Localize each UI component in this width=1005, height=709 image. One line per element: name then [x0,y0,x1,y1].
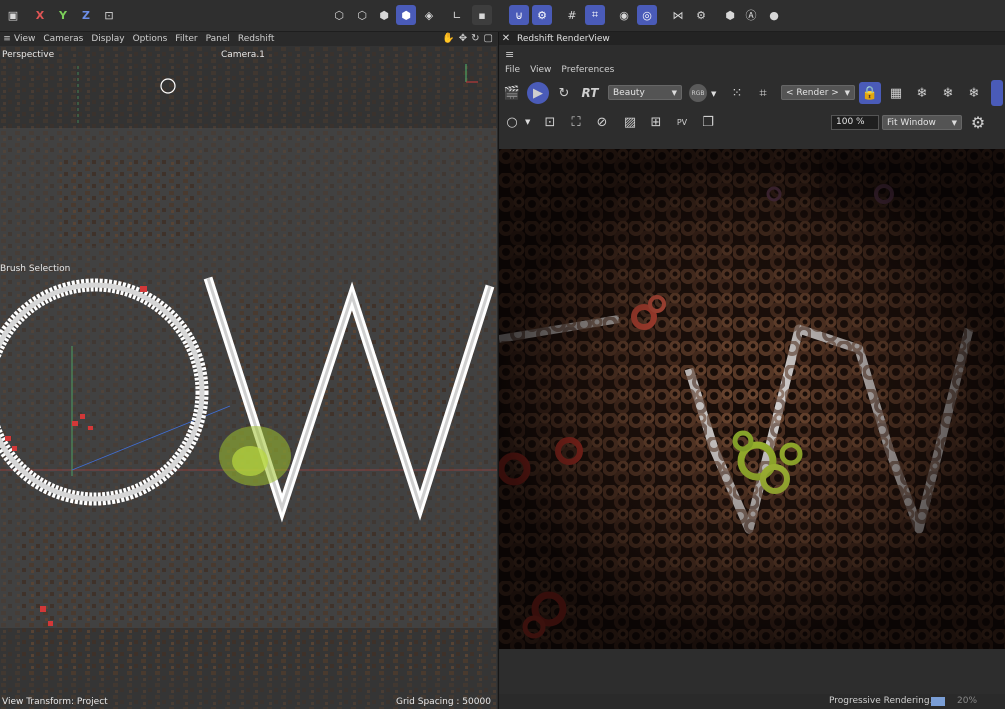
aov-select-value: Beauty [613,87,645,98]
grid-spacing-label: Grid Spacing : 50000 cm [396,697,491,709]
fit-chevron-down-icon: ▼ [951,118,957,127]
maximize-icon[interactable]: ▢ [484,33,493,44]
viewport-canvas[interactable] [0,46,497,709]
x-axis-toggle[interactable]: X [30,5,50,25]
tiles-icon[interactable]: ▦ [885,82,907,104]
z-axis-toggle[interactable]: Z [76,5,96,25]
camera-icon[interactable]: ▣ [3,5,23,25]
hand-pan-icon[interactable]: ✋ [442,33,454,44]
redshift-renderview-panel: ✕ Redshift RenderView ≡ File View Prefer… [498,32,1005,709]
viewport-menu-filter[interactable]: Filter [175,34,205,44]
render-chevron-down-icon: ▼ [844,88,850,97]
points-mode-icon[interactable]: ⬡ [329,5,349,25]
play-render-icon[interactable]: ▶ [527,82,549,104]
rgb-chevron-down-icon[interactable]: ▼ [711,90,716,98]
axis-icon[interactable]: ▪ [472,5,492,25]
clapper-icon[interactable]: 🎬 [501,82,523,104]
side-panel-toggle[interactable] [991,80,1003,106]
guide-icon[interactable]: ⌗ [585,5,605,25]
renderview-menu-file[interactable]: File [505,65,520,75]
dotted-grid-icon[interactable]: ⁙ [726,82,748,104]
rt-toggle[interactable]: RT [579,82,601,104]
render-status-text: Progressive Rendering... [829,696,939,706]
render-progress-bar [931,697,945,706]
fit-select[interactable]: Fit Window ▼ [882,115,962,130]
refresh-icon[interactable]: ↻ [553,82,575,104]
disable-icon[interactable]: ⊘ [591,111,613,133]
circle-select-icon[interactable]: ○ [501,111,523,133]
crop-icon[interactable]: ⌗ [752,82,774,104]
viewport-menu-redshift[interactable]: Redshift [238,34,283,44]
copy-icon[interactable]: ❐ [697,111,719,133]
renderview-toolbar-primary: 🎬 ▶ ↻ RT Beauty ▼ RGB ▼ ⁙ ⌗ < Render > ▼… [499,80,1005,106]
circle-chevron-down-icon[interactable]: ▼ [525,118,530,126]
redshift-light-icon[interactable]: ● [764,5,784,25]
edges-mode-icon[interactable]: ⬡ [352,5,372,25]
viewport-menu-cameras[interactable]: Cameras [43,34,91,44]
perspective-label: Perspective [2,50,55,60]
y-axis-toggle[interactable]: Y [53,5,73,25]
add-snapshot-icon[interactable]: ⊞ [645,111,667,133]
snowflake-refresh-icon[interactable]: ❄ [963,82,985,104]
renderview-menubar: File View Preferences [505,65,614,75]
snap-settings-icon[interactable]: ⚙ [532,5,552,25]
model-mode-icon[interactable]: ⬢ [396,5,416,25]
render-select-value: < Render > [786,87,839,98]
render-output-image[interactable] [499,149,1005,649]
gear-icon[interactable]: ⚙ [967,111,989,133]
focus-region-icon[interactable]: ⊡ [539,111,561,133]
record-icon[interactable]: ◉ [614,5,634,25]
image-icon[interactable]: ▨ [619,111,641,133]
redshift-a-icon[interactable]: Ⓐ [741,5,761,25]
fit-select-value: Fit Window [887,117,936,128]
pv-toggle[interactable]: PV [671,111,693,133]
coordinate-system-icon[interactable]: ⊡ [99,5,119,25]
view-transform-label: View Transform: Project [2,697,108,707]
lock-icon[interactable]: 🔒 [859,82,881,104]
renderview-menu-view[interactable]: View [530,65,551,75]
render-select[interactable]: < Render > ▼ [781,85,855,100]
viewport-menu-display[interactable]: Display [91,34,132,44]
renderview-toolbar-secondary: ○ ▼ ⊡ ⛶ ⊘ ▨ ⊞ PV ❐ 100 % Fit Window ▼ ⚙ [499,110,1005,134]
camera-label[interactable]: Camera.1 [221,50,265,60]
snowflake-settings-icon[interactable]: ❄ [937,82,959,104]
renderview-menu-preferences[interactable]: Preferences [561,65,614,75]
render-progress-percent: 20% [957,696,978,706]
zoom-input[interactable]: 100 % [831,115,879,130]
renderview-titlebar: ✕ Redshift RenderView [499,32,1005,45]
viewport-menubar: ≡ View Cameras Display Options Filter Pa… [0,32,497,46]
redshift-object-icon[interactable]: ⬢ [720,5,740,25]
viewport-menu-options[interactable]: Options [133,34,176,44]
aov-select[interactable]: Beauty ▼ [608,85,682,100]
snowflake-icon[interactable]: ❄ [911,82,933,104]
autokey-icon[interactable]: ◎ [637,5,657,25]
snap-icon[interactable]: ⊍ [509,5,529,25]
main-toolbar: ▣ X Y Z ⊡ ⬡ ⬡ ⬢ ⬢ ◈ ∟ ▪ ⊍ ⚙ # ⌗ ◉ ◎ ⋈ ⚙ … [0,0,1005,32]
renderview-statusbar: Progressive Rendering... 20% [499,694,1005,709]
symmetry-icon[interactable]: ⋈ [668,5,688,25]
fit-region-icon[interactable]: ⛶ [565,111,587,133]
menu-icon[interactable]: ≡ [0,34,14,44]
perspective-viewport[interactable]: ≡ View Cameras Display Options Filter Pa… [0,32,497,709]
renderview-menu-icon[interactable]: ≡ [505,48,514,61]
rgb-channel-label: RGB [689,84,707,102]
chevron-down-icon: ▼ [671,88,677,97]
brush-selection-label: Brush Selection [0,264,71,274]
object-mode-icon[interactable]: ◈ [419,5,439,25]
rotate-view-icon[interactable]: ↻ [471,33,479,44]
viewport-menu-panel[interactable]: Panel [206,34,238,44]
viewport-menu-view[interactable]: View [14,34,43,44]
symmetry-settings-icon[interactable]: ⚙ [691,5,711,25]
close-icon[interactable]: ✕ [499,33,513,44]
workplane-icon[interactable]: ∟ [447,5,467,25]
move-icon[interactable]: ✥ [459,33,467,44]
grid-icon[interactable]: # [562,5,582,25]
polygons-mode-icon[interactable]: ⬢ [374,5,394,25]
renderview-title: Redshift RenderView [517,33,610,44]
rgb-channel-button[interactable]: RGB [687,82,709,104]
